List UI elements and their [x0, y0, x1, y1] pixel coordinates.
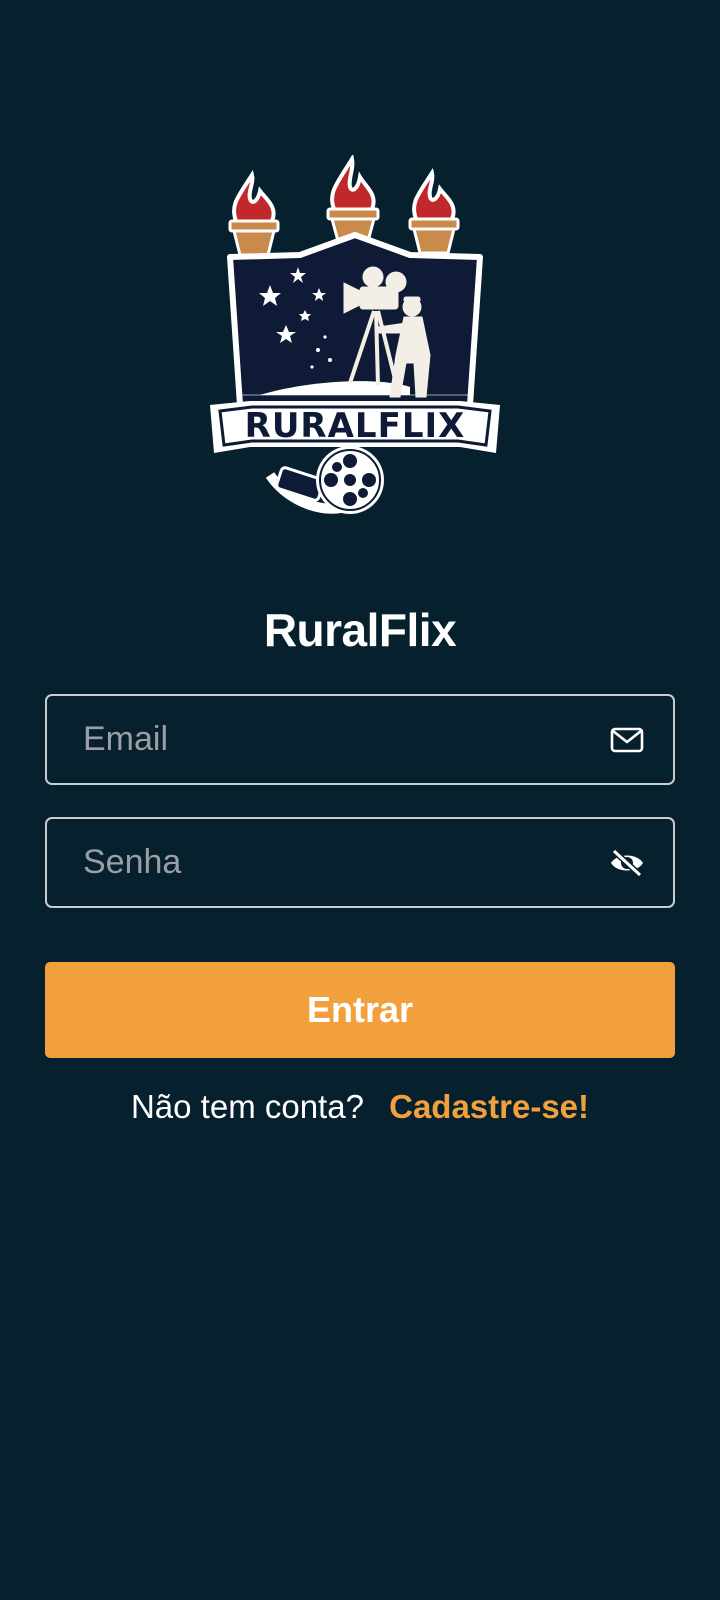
password-field[interactable]: [45, 817, 675, 908]
film-reel-icon: [265, 446, 384, 514]
email-input[interactable]: [47, 696, 673, 783]
torch-left-icon: [228, 169, 280, 257]
ruralflix-logo: RURALFLIX: [210, 155, 500, 514]
logo-text: RURALFLIX: [245, 406, 466, 446]
torch-right-icon: [408, 167, 460, 255]
signup-prompt: Não tem conta?: [130, 1088, 364, 1125]
signup-link[interactable]: Cadastre-se!: [389, 1088, 589, 1125]
login-button[interactable]: Entrar: [45, 962, 675, 1058]
password-input[interactable]: [47, 819, 673, 906]
torch-center-icon: [326, 155, 380, 243]
app-title: RuralFlix: [263, 604, 457, 656]
eye-off-icon[interactable]: [609, 845, 645, 881]
mail-icon: [609, 722, 645, 758]
email-field[interactable]: [45, 694, 675, 785]
signup-row: Não tem conta? Cadastre-se!: [0, 1083, 720, 1131]
